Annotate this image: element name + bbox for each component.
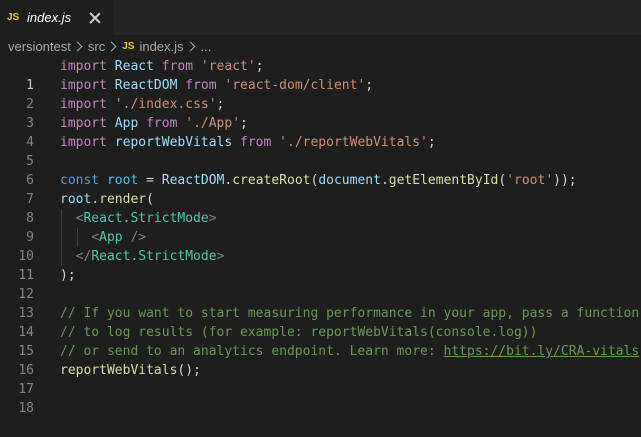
code-line[interactable]: 4 import App from './App'; [0, 114, 641, 133]
jsx-bracket: > [209, 211, 217, 226]
code-line[interactable]: 18 [0, 380, 641, 399]
identifier: reportWebVitals [115, 135, 232, 150]
code-line[interactable]: 1 import React from 'react'; [0, 57, 641, 76]
code-line[interactable]: 2 import ReactDOM from 'react-dom/client… [0, 76, 641, 95]
keyword: const [60, 173, 99, 188]
punctuation: ( [498, 173, 506, 188]
code-line[interactable]: 13 [0, 285, 641, 304]
jsx-tag: React.StrictMode [91, 249, 216, 264]
punctuation: ( [146, 192, 154, 207]
keyword: import [60, 59, 107, 74]
function-name: render [99, 192, 146, 207]
tab-title: index.js [27, 10, 88, 25]
keyword: import [60, 116, 107, 131]
line-code: // or send to an analytics endpoint. Lea… [60, 342, 639, 361]
line-code: const root = ReactDOM. createRoot ( documen… [60, 171, 577, 190]
identifier: root [107, 173, 138, 188]
tab-index-js[interactable]: JS index.js [0, 0, 113, 35]
line-code: import ReactDOM from 'react-dom/client'; [60, 76, 373, 95]
breadcrumb-item-more[interactable]: ... [201, 39, 212, 54]
string-literal: './reportWebVitals' [279, 135, 428, 150]
line-code: </React.StrictMode> [60, 247, 224, 266]
punctuation: ; [217, 97, 225, 112]
breadcrumb-item-src[interactable]: src [88, 39, 105, 54]
code-line[interactable]: 6 [0, 152, 641, 171]
chevron-right-icon [72, 41, 82, 51]
punctuation: ; [256, 59, 264, 74]
jsx-tag: App [99, 230, 122, 245]
line-code: import React from 'react'; [60, 57, 264, 76]
identifier: ReactDOM [162, 173, 225, 188]
keyword: from [185, 78, 216, 93]
breadcrumb-item-versiontest[interactable]: versiontest [8, 39, 71, 54]
jsx-bracket: > [217, 249, 225, 264]
comment: // or send to an analytics endpoint. Lea… [60, 344, 444, 359]
code-line[interactable]: 8 root.render( [0, 190, 641, 209]
code-line[interactable]: 14 // If you want to start measuring per… [0, 304, 641, 323]
code-line[interactable]: 9 <React.StrictMode> [0, 209, 641, 228]
keyword: from [162, 59, 193, 74]
code-line[interactable]: 17 reportWebVitals(); [0, 361, 641, 380]
string-literal: 'react-dom/client' [224, 78, 365, 93]
function-name: createRoot [232, 173, 310, 188]
punctuation: ; [365, 78, 373, 93]
keyword: import [60, 135, 107, 150]
tab-bar: JS index.js [0, 0, 641, 35]
line-code: ); [60, 266, 76, 285]
line-code: root.render( [60, 190, 154, 209]
punctuation: )); [553, 173, 576, 188]
code-line[interactable]: 15 // to log results (for example: repor… [0, 323, 641, 342]
string-literal: './App' [185, 116, 240, 131]
identifier: root [60, 192, 91, 207]
punctuation: ; [240, 116, 248, 131]
jsx-bracket: < [91, 230, 99, 245]
punctuation: ; [428, 135, 436, 150]
punctuation: . [381, 173, 389, 188]
punctuation: ); [60, 268, 76, 283]
function-name: reportWebVitals [60, 363, 177, 378]
chevron-right-icon [185, 41, 195, 51]
code-line[interactable]: 10 <App /> [0, 228, 641, 247]
close-icon[interactable] [88, 11, 102, 25]
javascript-file-icon: JS [122, 41, 134, 52]
jsx-bracket: </ [76, 249, 92, 264]
line-code: import App from './App'; [60, 114, 248, 133]
comment: // If you want to start measuring perfor… [60, 304, 639, 323]
keyword: import [60, 97, 107, 112]
breadcrumb: versiontest src JS index.js ... [0, 35, 641, 57]
identifier: App [115, 116, 138, 131]
jsx-tag: React.StrictMode [83, 211, 208, 226]
code-line[interactable]: 12 ); [0, 266, 641, 285]
function-name: getElementById [389, 173, 499, 188]
line-code: reportWebVitals(); [60, 361, 201, 380]
line-code: import reportWebVitals from './reportWeb… [60, 133, 436, 152]
identifier: React [115, 59, 154, 74]
code-line[interactable]: 5 import reportWebVitals from './reportW… [0, 133, 641, 152]
code-line[interactable]: 7 const root = ReactDOM.createRoot(docum… [0, 171, 641, 190]
keyword: from [240, 135, 271, 150]
code-line[interactable]: 11 </React.StrictMode> [0, 247, 641, 266]
code-line[interactable]: 3 import './index.css'; [0, 95, 641, 114]
identifier: ReactDOM [115, 78, 178, 93]
code-editor[interactable]: 1 import React from 'react'; 2 import Re… [0, 57, 641, 402]
breadcrumb-item-file[interactable]: index.js [139, 39, 183, 54]
operator: = [138, 173, 161, 188]
keyword: import [60, 78, 107, 93]
punctuation: (); [177, 363, 200, 378]
string-literal: './index.css' [115, 97, 217, 112]
string-literal: 'react' [201, 59, 256, 74]
javascript-file-icon: JS [7, 12, 23, 23]
code-line[interactable]: 16 // or send to an analytics endpoint. … [0, 342, 641, 361]
chevron-right-icon [107, 41, 117, 51]
jsx-bracket: /> [123, 230, 146, 245]
string-literal: 'root' [506, 173, 553, 188]
line-code: <React.StrictMode> [60, 209, 217, 228]
keyword: from [146, 116, 177, 131]
line-code: <App /> [60, 228, 146, 247]
comment-link[interactable]: https://bit.ly/CRA-vitals [444, 344, 640, 359]
line-code: import './index.css'; [60, 95, 224, 114]
identifier: document [318, 173, 381, 188]
punctuation: . [91, 192, 99, 207]
comment: // to log results (for example: reportWe… [60, 323, 537, 342]
